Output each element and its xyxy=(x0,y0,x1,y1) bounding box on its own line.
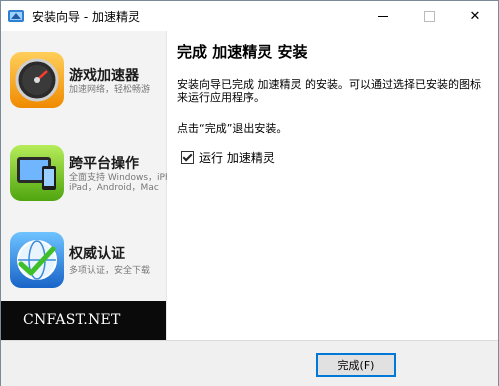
minimize-icon xyxy=(378,15,388,17)
brand-strip: CNFAST.NET xyxy=(1,301,166,340)
page-description: 安装向导已完成 加速精灵 的安装。可以通过选择已安装的图标来运行应用程序。 xyxy=(177,78,481,104)
sidebar-item-cross-platform: 跨平台操作 全面支持 Windows，iPhone， iPad，Android，… xyxy=(1,144,196,214)
sidebar-item-game-accelerator: 游戏加速器 加速网络，轻松畅游 xyxy=(1,51,166,121)
speedometer-icon xyxy=(10,52,64,108)
close-button[interactable]: ✕ xyxy=(452,1,498,31)
run-app-checkbox[interactable] xyxy=(181,150,194,164)
page-hint: 点击“完成”退出安装。 xyxy=(177,122,288,135)
sidebar-item-title: 游戏加速器 xyxy=(69,68,139,84)
minimize-button[interactable] xyxy=(360,1,406,31)
brand-logo-text: CNFAST.NET xyxy=(23,312,121,328)
installer-window: 安装向导 - 加速精灵 ✕ 游戏加速器 加速网络，轻松畅游 跨平台操作 全面支持… xyxy=(0,0,499,386)
title-bar[interactable]: 安装向导 - 加速精灵 ✕ xyxy=(1,1,498,31)
devices-icon xyxy=(10,145,64,201)
window-title: 安装向导 - 加速精灵 xyxy=(32,10,140,24)
finish-page: 完成 加速精灵 安装 安装向导已完成 加速精灵 的安装。可以通过选择已安装的图标… xyxy=(167,31,498,340)
sidebar-item-subtitle-line2: iPad，Android，Mac xyxy=(69,183,159,193)
maximize-icon xyxy=(423,10,435,22)
sidebar-banner: 游戏加速器 加速网络，轻松畅游 跨平台操作 全面支持 Windows，iPhon… xyxy=(1,31,196,340)
globe-check-icon xyxy=(10,232,64,288)
sidebar-item-certification: 权威认证 多项认证，安全下载 xyxy=(1,231,166,301)
run-app-checkbox-label[interactable]: 运行 加速精灵 xyxy=(199,149,275,166)
page-title: 完成 加速精灵 安装 xyxy=(177,43,308,61)
sidebar-item-title: 跨平台操作 xyxy=(69,156,139,172)
footer-bar: 完成(F) xyxy=(1,340,498,386)
sidebar-item-title: 权威认证 xyxy=(69,246,125,262)
sidebar-item-subtitle: 加速网络，轻松畅游 xyxy=(69,85,151,95)
run-app-checkbox-row[interactable]: 运行 加速精灵 xyxy=(181,149,275,165)
sidebar-item-subtitle: 多项认证，安全下载 xyxy=(69,266,151,276)
maximize-button[interactable] xyxy=(406,1,452,31)
app-icon xyxy=(8,10,24,22)
finish-button[interactable]: 完成(F) xyxy=(316,353,396,377)
close-icon: ✕ xyxy=(469,8,481,24)
